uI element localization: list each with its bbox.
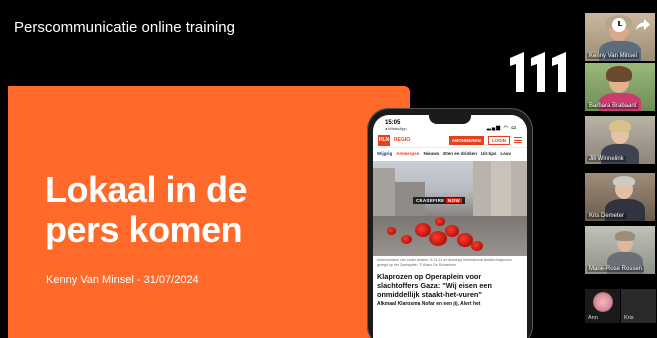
participant-tile[interactable]: Jill Winnelink (585, 116, 655, 164)
nav-item: Eten en drinken (443, 151, 478, 156)
participant-tile[interactable]: Marie-Rose Rossen (585, 226, 655, 274)
login-button: LOGIN (487, 135, 510, 145)
presentation-title: Perscommunicatie online training (14, 19, 235, 36)
article-photo: CEASEFIRE NOW (373, 161, 527, 256)
participant-name: Barbara Brabaant (587, 103, 639, 109)
article-teaser: Alkmaal Klarosma Nofar en een jij. Alert… (377, 301, 481, 307)
headline-line-1: Lokaal in de (45, 169, 248, 210)
hamburger-menu-icon (514, 137, 522, 143)
overlay-controls (612, 18, 651, 32)
phone-mockup: 15:05 ◂ WhatsApp ▂▄▆ ◠ ▭ HLN REGIO ABONN… (367, 108, 533, 338)
participant-name: Marie-Rose Rossen (587, 266, 645, 272)
news-nav: Wijgrig Antwerpen Nieuws Eten en drinken… (373, 148, 527, 159)
phone-screen: 15:05 ◂ WhatsApp ▂▄▆ ◠ ▭ HLN REGIO ABONN… (373, 115, 527, 338)
avatar (593, 292, 613, 312)
participant-tile-small[interactable]: Kris (621, 289, 656, 323)
participant-tile[interactable]: Kris Demeter (585, 173, 655, 221)
status-back-link: ◂ WhatsApp (385, 126, 407, 131)
participant-sidebar: Kenny Van Minsel Barbara Brabaant Jill W… (583, 0, 657, 338)
signal-wifi-battery-icon: ▂▄▆ ◠ ▭ (486, 125, 517, 131)
subscribe-button: ABONNEREN (448, 135, 484, 145)
participant-name: Ann (588, 315, 598, 321)
nav-item: Uit-tips (481, 151, 497, 156)
participant-name: Kenny Van Minsel (587, 53, 639, 59)
article-headline: Klaprozen op Operaplein voor slachtoffer… (377, 272, 492, 299)
hln-logo-icon: HLN (378, 134, 390, 146)
nav-item: Wijgrig (377, 151, 393, 156)
photo-caption: Actievoerders van onder andere 11.11.11 … (377, 258, 513, 267)
slide-headline: Lokaal in de pers komen (45, 169, 248, 250)
news-app-header: HLN REGIO ABONNEREN LOGIN (373, 133, 527, 148)
participant-name: Jill Winnelink (587, 156, 626, 162)
participant-name: Kris Demeter (587, 213, 627, 219)
photo-banner: CEASEFIRE NOW (413, 197, 465, 204)
nav-item: Antwerpen (396, 151, 420, 156)
slide-byline: Kenny Van Minsel - 31/07/2024 (46, 274, 199, 286)
nav-item: Leuv (500, 151, 512, 156)
region-label: REGIO (394, 137, 411, 143)
shared-slide: Perscommunicatie online training Lokaal … (0, 0, 583, 338)
nav-item: Nieuws (423, 151, 440, 156)
participant-tile[interactable]: Barbara Brabaant (585, 63, 655, 111)
participant-name: Kris (624, 315, 634, 321)
clock-icon[interactable] (612, 18, 626, 32)
participant-tile-small[interactable]: Ann (585, 289, 620, 323)
phone-notch (429, 114, 471, 124)
share-arrow-icon[interactable] (635, 18, 651, 32)
111-logo-icon (510, 52, 566, 92)
headline-line-2: pers komen (45, 209, 243, 250)
